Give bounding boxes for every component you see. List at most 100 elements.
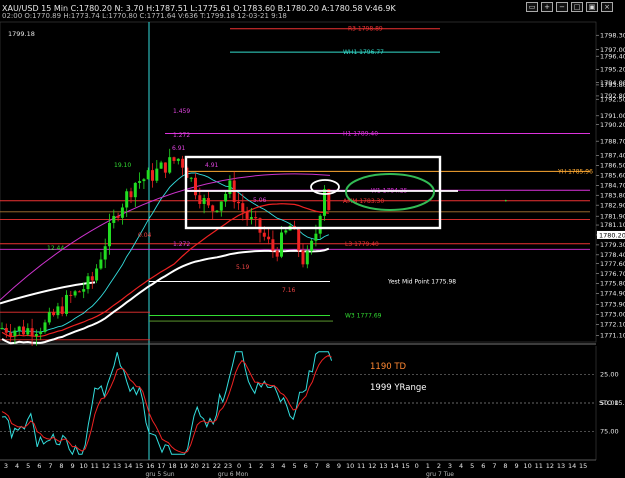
price-tick-label: 1773.90 [600, 301, 625, 309]
osc-level-label: 75.00 [600, 428, 619, 436]
level-label: R3 1798.89 [348, 26, 383, 33]
candle-body [26, 328, 30, 335]
candle-body [103, 246, 107, 260]
time-tick-label: 3 [270, 462, 274, 470]
fib-label: 1.272 [173, 241, 190, 248]
level-label: YH 1785.96 [557, 168, 593, 175]
candle-body [318, 215, 322, 234]
time-tick-label: 6 [304, 462, 308, 470]
price-tick-label: 1793.80 [600, 81, 625, 89]
date-label: gru 5 Sun [145, 471, 174, 478]
time-tick-label: 9 [71, 462, 75, 470]
chart-window: XAU/USD 15 Min C:1780.20 N: 3.70 H:1787.… [0, 0, 625, 478]
time-tick-label: 21 [202, 462, 210, 470]
time-tick-label: 0 [415, 462, 419, 470]
candle-body [151, 170, 154, 181]
time-tick-label: 1 [426, 462, 430, 470]
candle-body [271, 239, 275, 251]
candle-body [198, 195, 202, 204]
candle-body [254, 217, 258, 219]
time-tick-label: 15 [135, 462, 143, 470]
candle-body [284, 230, 288, 233]
candle-body [39, 331, 43, 335]
price-tick-label: 1782.90 [600, 201, 625, 209]
price-tick-label: 1784.70 [600, 182, 625, 190]
time-tick-label: 0 [237, 462, 241, 470]
candle-body [22, 326, 25, 335]
candle-body [65, 294, 68, 314]
candle-body [189, 177, 193, 179]
price-tick-label: 1786.50 [600, 162, 625, 170]
price-tick-label: 1791.00 [600, 112, 625, 120]
price-tick-label: 1781.10 [600, 221, 625, 229]
candle-body [17, 326, 21, 331]
candle-body [206, 198, 210, 206]
level-label: Yest Mid Point 1775.98 [387, 279, 456, 286]
time-tick-label: 18 [168, 462, 176, 470]
price-tick-label: 1779.30 [600, 241, 625, 249]
candle-body [112, 215, 116, 223]
fast-ma-line [1, 172, 329, 333]
slow-ma-tail [0, 281, 96, 305]
level-label: L3 1779.40 [345, 241, 379, 248]
price-tick-label: 1785.60 [600, 172, 625, 180]
candle-body [172, 157, 176, 161]
price-tick-label: 1792.50 [600, 95, 625, 103]
time-tick-label: 6 [481, 462, 485, 470]
marker-dot: • [504, 198, 508, 205]
time-tick-label: 11 [357, 462, 365, 470]
time-tick-label: 11 [91, 462, 99, 470]
candle-body [262, 232, 266, 237]
candle-body [224, 193, 228, 202]
time-tick-label: 5 [470, 462, 474, 470]
current-price-label: 1780.20 [599, 231, 625, 239]
fib-label: 4.91 [205, 162, 219, 169]
time-tick-label: 4 [459, 462, 463, 470]
time-tick-label: 4 [281, 462, 285, 470]
candle-body [237, 201, 240, 204]
candle-body [155, 168, 159, 181]
price-tick-label: 1795.20 [600, 66, 625, 74]
candle-body [297, 229, 301, 251]
price-tick-label: 1771.10 [600, 332, 625, 340]
candle-body [194, 177, 197, 196]
candle-body [120, 207, 124, 218]
candle-body [258, 218, 262, 233]
level-label: H1 1789.40 [343, 130, 378, 137]
candle-body [181, 158, 185, 168]
candle-body [69, 294, 73, 296]
time-tick-label: 23 [224, 462, 232, 470]
candle-body [43, 322, 47, 332]
candle-body [142, 179, 146, 182]
time-tick-label: 13 [113, 462, 121, 470]
candle-body [73, 291, 77, 296]
candle-body [310, 240, 314, 252]
candle-body [159, 162, 163, 169]
candle-body [77, 291, 81, 293]
candle-body [215, 210, 219, 212]
candle-body [168, 157, 172, 173]
candle-body [275, 250, 279, 257]
osc-level-label: 25.00 [600, 371, 619, 379]
time-tick-label: 3 [4, 462, 8, 470]
time-tick-label: 12 [102, 462, 110, 470]
price-tick-label: 1783.80 [600, 191, 625, 199]
price-tick-label: 1781.90 [600, 212, 625, 220]
time-tick-label: 10 [346, 462, 354, 470]
time-tick-label: 13 [379, 462, 387, 470]
candle-body [245, 211, 249, 219]
time-tick-label: 11 [535, 462, 543, 470]
candle-body [13, 330, 17, 337]
candle-body [327, 189, 331, 211]
price-tick-label: 1772.10 [600, 321, 625, 329]
candle-body [267, 236, 271, 240]
candle-body [163, 162, 167, 173]
price-tick-label: 1796.40 [600, 52, 625, 60]
candle-body [86, 276, 90, 290]
candle-body [241, 203, 245, 212]
candle-body [202, 198, 206, 204]
candle-body [146, 170, 150, 180]
time-tick-label: 7 [315, 462, 319, 470]
time-tick-label: 5 [26, 462, 30, 470]
price-chart[interactable]: R3 1798.89 WH1 1796.77 H1 1789.40 YH 1785.9… [0, 0, 625, 478]
